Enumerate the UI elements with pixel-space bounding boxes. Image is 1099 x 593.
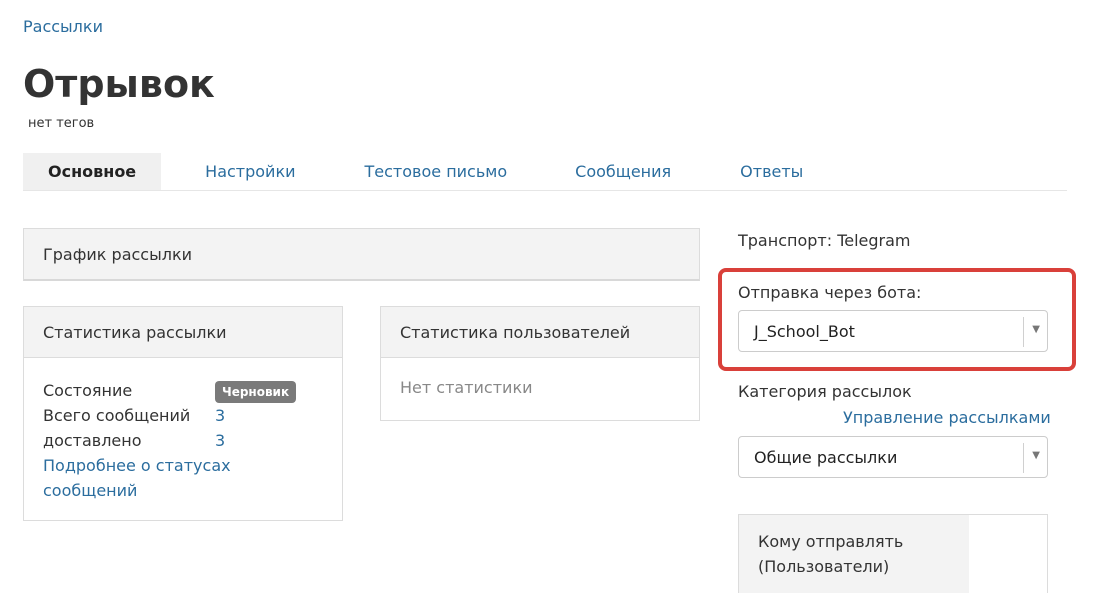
user-stats-empty: Нет статистики [400, 378, 533, 397]
state-label: Состояние [43, 381, 133, 400]
total-label: Всего сообщений [43, 406, 191, 425]
schedule-panel-title[interactable]: График рассылки [24, 229, 699, 279]
transport-label: Транспорт: Telegram [738, 231, 911, 250]
mailing-stats-body: Состояние Черновик Всего сообщений 3 дос… [24, 358, 342, 503]
select-separator [1023, 317, 1024, 347]
category-select[interactable]: Общие рассылки ▼ [738, 436, 1048, 478]
mailing-stats-title: Статистика рассылки [24, 307, 342, 358]
recipients-title: Кому отправлять (Пользователи) [739, 515, 969, 593]
page: Рассылки Отрывок нет тегов Основное Наст… [0, 0, 1099, 593]
mailing-stats-panel: Статистика рассылки Состояние Черновик В… [23, 306, 343, 521]
stats-row-state: Состояние Черновик [43, 378, 342, 403]
schedule-panel: График рассылки [23, 228, 700, 281]
tab-test-letter[interactable]: Тестовое письмо [365, 153, 508, 190]
breadcrumb-link[interactable]: Рассылки [23, 17, 103, 36]
bot-select[interactable]: J_School_Bot ▼ [738, 310, 1048, 352]
user-stats-panel: Статистика пользователей Нет статистики [380, 306, 700, 421]
chevron-down-icon[interactable]: ▼ [1032, 450, 1040, 461]
total-value-link[interactable]: 3 [215, 403, 225, 428]
chevron-down-icon[interactable]: ▼ [1032, 324, 1040, 335]
bot-select-value: J_School_Bot [754, 321, 855, 341]
user-stats-title: Статистика пользователей [381, 307, 699, 358]
tab-replies[interactable]: Ответы [740, 153, 803, 190]
select-separator [1023, 443, 1024, 473]
tab-bar: Основное Настройки Тестовое письмо Сообщ… [23, 153, 1067, 191]
bot-label: Отправка через бота: [738, 283, 922, 302]
tab-settings[interactable]: Настройки [205, 153, 295, 190]
stats-row-total: Всего сообщений 3 [43, 403, 342, 428]
delivered-label: доставлено [43, 431, 142, 450]
delivered-value-link[interactable]: 3 [215, 428, 225, 453]
manage-mailings-link[interactable]: Управление рассылками [843, 408, 1051, 427]
tab-main[interactable]: Основное [23, 153, 162, 190]
tab-messages[interactable]: Сообщения [575, 153, 671, 190]
recipients-panel: Кому отправлять (Пользователи) [738, 514, 1048, 593]
category-select-value: Общие рассылки [754, 447, 898, 467]
page-title: Отрывок [23, 62, 215, 106]
status-details-link[interactable]: Подробнее о статусах сообщений [43, 453, 263, 503]
status-badge: Черновик [215, 380, 297, 403]
tags-label: нет тегов [28, 116, 95, 131]
category-label: Категория рассылок [738, 382, 912, 401]
stats-row-delivered: доставлено 3 [43, 428, 342, 453]
